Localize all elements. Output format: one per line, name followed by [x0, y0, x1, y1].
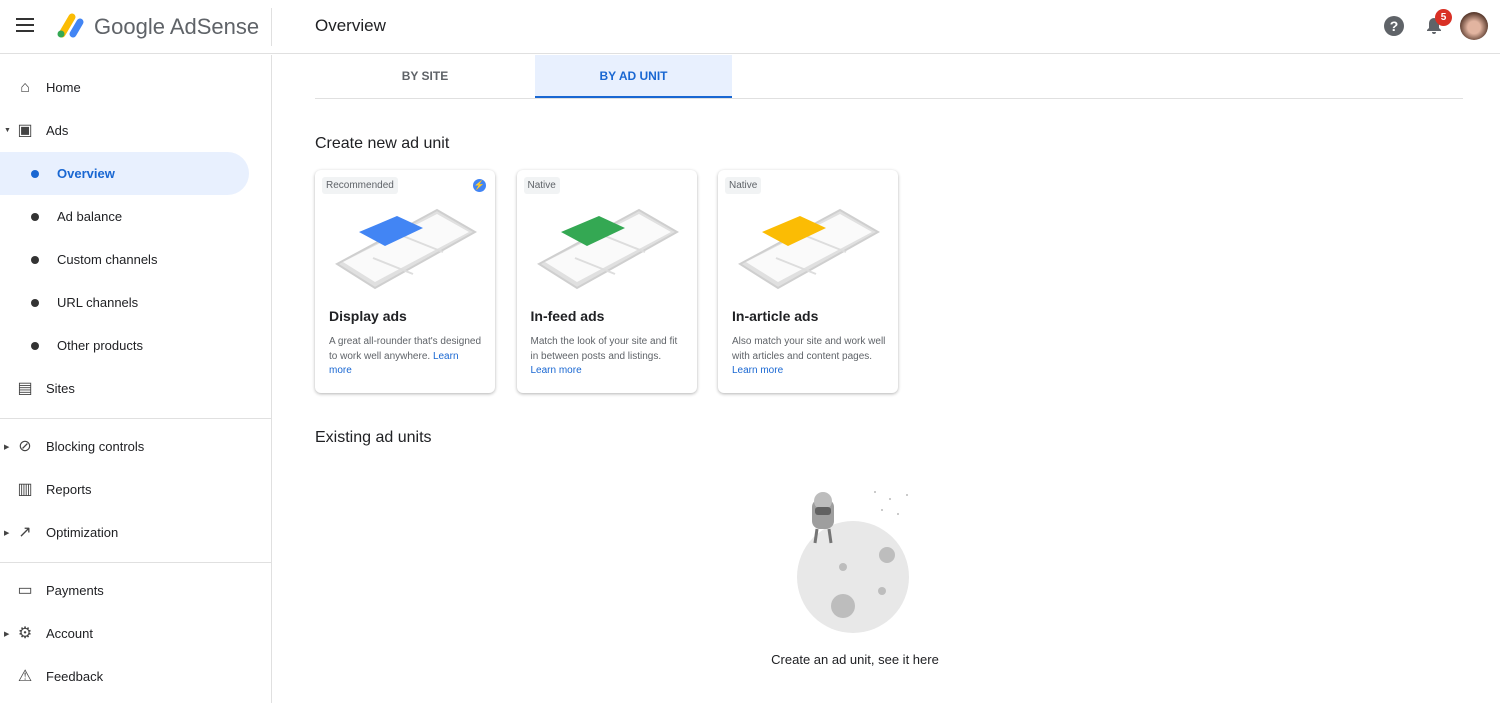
sidebar-item-payments[interactable]: ▭Payments [0, 569, 249, 612]
menu-icon[interactable] [16, 18, 34, 32]
home-icon: ⌂ [16, 79, 34, 97]
ad-type-card[interactable]: Native In-feed ads Match the look of you… [517, 170, 697, 393]
sidebar-item-optimization[interactable]: ▶↗Optimization [0, 511, 249, 554]
divider [0, 418, 271, 419]
sidebar-item-other-products[interactable]: Other products [0, 324, 249, 367]
notification-badge: 5 [1435, 9, 1452, 26]
block-icon: ⊘ [16, 438, 34, 456]
bolt-icon: ⚡ [473, 179, 486, 192]
top-bar: Google AdSense Overview ? 5 [0, 0, 1500, 54]
existing-heading: Existing ad units [315, 429, 432, 447]
moon-astronaut-illustration [790, 485, 920, 640]
card-description-text: Match the look of your site and fit in b… [531, 336, 678, 362]
sidebar-item-feedback[interactable]: ⚠Feedback [0, 655, 249, 698]
card-title: In-article ads [732, 308, 818, 324]
sidebar-item-overview[interactable]: Overview [0, 152, 249, 195]
sites-icon: ▤ [16, 380, 34, 398]
caret-right-icon: ▶ [4, 630, 9, 638]
card-chip: Recommended [322, 177, 398, 194]
bullet-icon [31, 299, 39, 307]
sidebar-item-custom-channels[interactable]: Custom channels [0, 238, 249, 281]
reports-icon: ▥ [16, 481, 34, 499]
sidebar-item-account[interactable]: ▶⚙Account [0, 612, 249, 655]
help-icon[interactable]: ? [1384, 16, 1404, 36]
sidebar: ⌂Home ▼▣Ads Overview Ad balance Custom c… [0, 55, 272, 703]
tab-by-site[interactable]: BY SITE [315, 55, 535, 98]
sidebar-item-ad-balance[interactable]: Ad balance [0, 195, 249, 238]
gear-icon: ⚙ [16, 625, 34, 643]
sidebar-item-url-channels[interactable]: URL channels [0, 281, 249, 324]
tab-by-ad-unit[interactable]: BY AD UNIT [535, 55, 732, 98]
ad-type-card[interactable]: Recommended ⚡ Display ads A great all-rou… [315, 170, 495, 393]
bullet-icon [31, 342, 39, 350]
feedback-icon: ⚠ [16, 668, 34, 686]
card-description-text: Also match your site and work well with … [732, 336, 885, 362]
sidebar-item-home[interactable]: ⌂Home [0, 66, 249, 109]
caret-down-icon: ▼ [4, 127, 11, 134]
payments-icon: ▭ [16, 582, 34, 600]
card-description: Match the look of your site and fit in b… [531, 335, 686, 379]
bullet-icon [31, 213, 39, 221]
empty-state-text: Create an ad unit, see it here [755, 652, 955, 667]
card-title: In-feed ads [531, 308, 605, 324]
divider [271, 8, 272, 46]
create-heading: Create new ad unit [315, 135, 449, 153]
phone-ad-illustration [333, 202, 477, 298]
learn-more-link[interactable]: Learn more [531, 365, 582, 376]
card-chip: Native [524, 177, 560, 194]
learn-more-link[interactable]: Learn more [732, 365, 783, 376]
ad-type-card[interactable]: Native In-article ads Also match your si… [718, 170, 898, 393]
caret-right-icon: ▶ [4, 443, 9, 451]
sidebar-item-ads[interactable]: ▼▣Ads [0, 109, 249, 152]
sidebar-item-blocking-controls[interactable]: ▶⊘Blocking controls [0, 425, 249, 468]
card-chip: Native [725, 177, 761, 194]
card-description: A great all-rounder that's designed to w… [329, 335, 484, 379]
avatar[interactable] [1460, 12, 1488, 40]
phone-ad-illustration [736, 202, 880, 298]
ads-icon: ▣ [16, 122, 34, 140]
sidebar-item-sites[interactable]: ▤Sites [0, 367, 249, 410]
card-description: Also match your site and work well with … [732, 335, 887, 379]
bullet-icon [31, 256, 39, 264]
page-title: Overview [315, 16, 386, 36]
phone-ad-illustration [535, 202, 679, 298]
tab-bar: BY SITE BY AD UNIT [315, 55, 1463, 99]
sidebar-item-reports[interactable]: ▥Reports [0, 468, 249, 511]
trending-up-icon: ↗ [16, 524, 34, 542]
brand-name: Google AdSense [94, 14, 259, 40]
adsense-logo [54, 12, 86, 40]
bullet-icon [31, 170, 39, 178]
caret-right-icon: ▶ [4, 529, 9, 537]
card-title: Display ads [329, 308, 407, 324]
divider [0, 562, 271, 563]
